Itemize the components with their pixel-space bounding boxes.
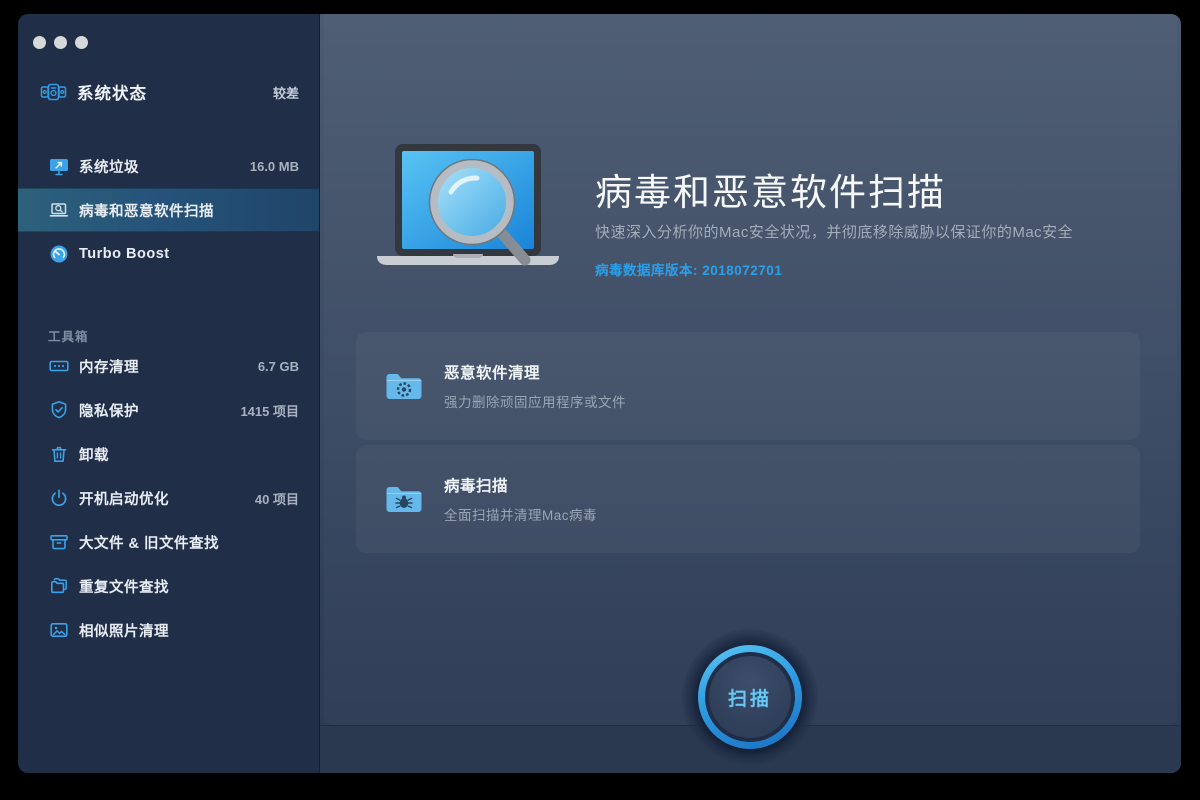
shield-check-icon (48, 399, 70, 421)
card-title: 病毒扫描 (444, 474, 597, 496)
sidebar-item-label: 重复文件查找 (79, 576, 169, 597)
scan-button[interactable]: 扫描 (698, 645, 802, 749)
sidebar-item-duplicate-files[interactable]: 重复文件查找 (18, 564, 319, 608)
laptop-search-hero-icon (375, 142, 575, 282)
laptop-magnifier-icon (48, 199, 70, 221)
sidebar-item-value: 1415 项目 (240, 401, 299, 420)
card-title: 恶意软件清理 (444, 361, 626, 383)
card-virus-scan[interactable]: 病毒扫描 全面扫描并清理Mac病毒 (356, 445, 1140, 553)
card-malware-clean[interactable]: 恶意软件清理 强力删除顽固应用程序或文件 (356, 332, 1140, 440)
toolbox-section-label: 工具箱 (48, 326, 89, 345)
sidebar-nav: 系统垃圾 16.0 MB 病毒和恶意软件扫描 Turbo Boost (18, 144, 319, 276)
sidebar-item-label: 系统垃圾 (79, 156, 139, 177)
scan-button-label: 扫描 (728, 684, 772, 711)
virus-db-version-link[interactable]: 病毒数据库版本: 2018072701 (595, 259, 1155, 279)
folder-bug-icon (384, 483, 424, 515)
window-control-dot[interactable] (33, 36, 46, 49)
sidebar-item-uninstall[interactable]: 卸载 (18, 432, 319, 476)
sidebar-item-label: 相似照片清理 (79, 620, 169, 641)
sidebar-item-memory-clean[interactable]: 内存清理 6.7 GB (18, 344, 319, 388)
system-status-title: 系统状态 (77, 80, 147, 104)
photo-icon (48, 619, 70, 641)
sidebar-item-system-status[interactable]: 系统状态 较差 (40, 77, 299, 107)
window-control-dot[interactable] (54, 36, 67, 49)
sidebar-item-label: Turbo Boost (79, 246, 170, 262)
card-subtitle: 强力删除顽固应用程序或文件 (444, 391, 626, 411)
speedometer-icon (48, 243, 70, 265)
page-subtitle: 快速深入分析你的Mac安全状况，并彻底移除威胁以保证你的Mac安全 (595, 221, 1155, 242)
sidebar-item-virus-malware-scan[interactable]: 病毒和恶意软件扫描 (18, 188, 319, 232)
sidebar-item-label: 隐私保护 (79, 400, 139, 421)
window-control-dot[interactable] (75, 36, 88, 49)
sidebar-item-label: 开机启动优化 (79, 488, 169, 509)
sidebar-item-label: 大文件 & 旧文件查找 (79, 532, 219, 553)
sidebar-item-label: 卸载 (79, 444, 109, 465)
ram-icon (48, 355, 70, 377)
action-cards: 恶意软件清理 强力删除顽固应用程序或文件 (356, 332, 1140, 553)
sidebar-item-value: 6.7 GB (258, 359, 299, 374)
power-icon (48, 487, 70, 509)
sidebar-item-similar-photos[interactable]: 相似照片清理 (18, 608, 319, 652)
sidebar-item-value: 16.0 MB (250, 159, 299, 174)
card-subtitle: 全面扫描并清理Mac病毒 (444, 504, 597, 524)
duplicate-folders-icon (48, 575, 70, 597)
archive-box-icon (48, 531, 70, 553)
sidebar-item-system-junk[interactable]: 系统垃圾 16.0 MB (18, 144, 319, 188)
folder-gear-icon (384, 370, 424, 402)
scan-button-face: 扫描 (709, 656, 791, 738)
sidebar-item-large-old-files[interactable]: 大文件 & 旧文件查找 (18, 520, 319, 564)
monitor-arrow-icon (48, 155, 70, 177)
app-window: 系统状态 较差 系统垃圾16.0 MB病毒和恶意软件扫描Turbo Boost … (18, 14, 1181, 773)
sidebar-item-privacy-protect[interactable]: 隐私保护 1415 项目 (18, 388, 319, 432)
window-controls (33, 36, 88, 49)
scan-button-gap-ring: 扫描 (705, 652, 795, 742)
system-status-badge: 较差 (273, 83, 299, 102)
sidebar-item-startup-optimize[interactable]: 开机启动优化 40 项目 (18, 476, 319, 520)
sidebar-item-value: 40 项目 (255, 489, 299, 508)
main-panel: 病毒和恶意软件扫描 快速深入分析你的Mac安全状况，并彻底移除威胁以保证你的Ma… (320, 14, 1181, 773)
devices-icon (40, 79, 67, 106)
trash-icon (48, 443, 70, 465)
sidebar-item-label: 内存清理 (79, 356, 139, 377)
sidebar-item-turbo-boost[interactable]: Turbo Boost (18, 232, 319, 276)
sidebar-item-label: 病毒和恶意软件扫描 (79, 200, 214, 221)
sidebar: 系统状态 较差 系统垃圾16.0 MB病毒和恶意软件扫描Turbo Boost … (18, 14, 320, 773)
page-title: 病毒和恶意软件扫描 (595, 170, 1155, 216)
sidebar-toolbox-nav: 内存清理 6.7 GB 隐私保护 1415 项目卸载开机启动优化 40 项目大文件 & … (18, 344, 319, 652)
